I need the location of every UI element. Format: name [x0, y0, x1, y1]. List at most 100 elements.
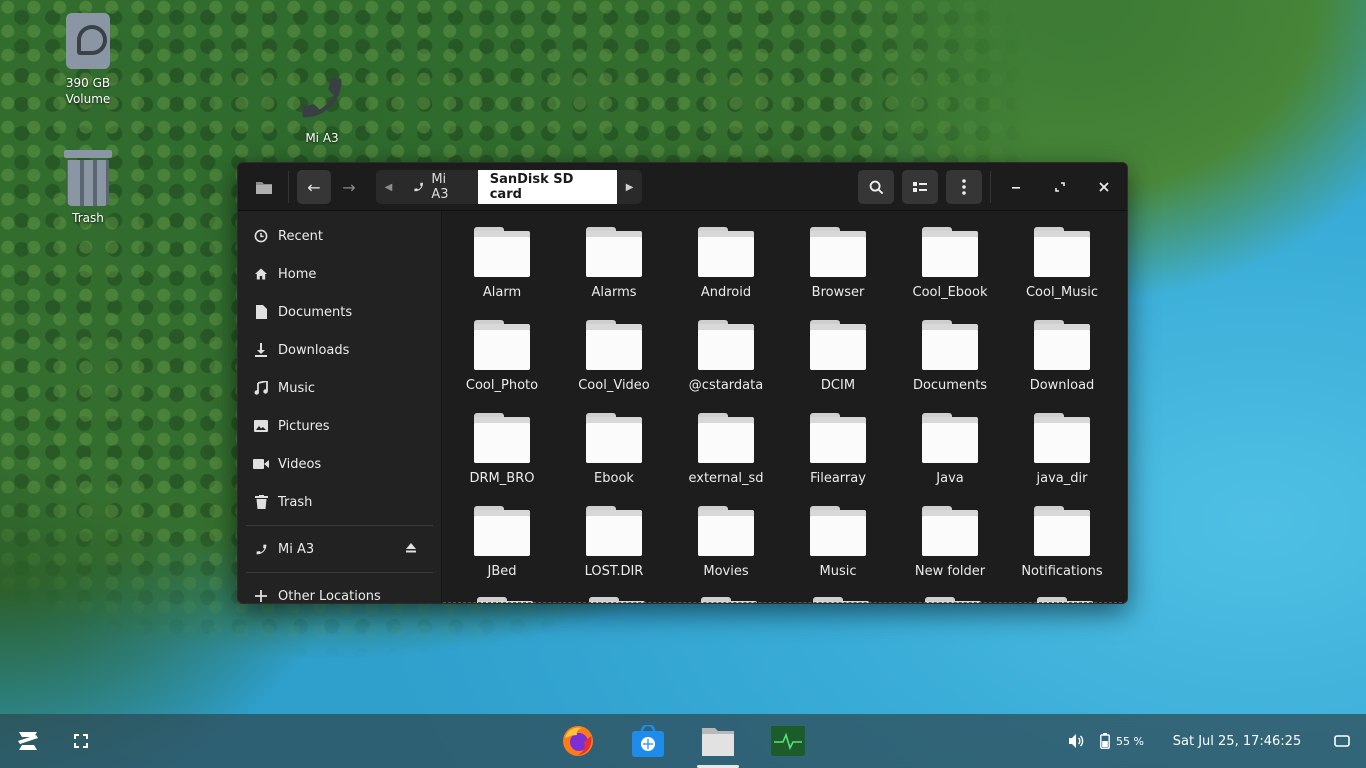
file-item[interactable]: Filearray — [782, 413, 894, 506]
file-item[interactable]: Documents — [894, 320, 1006, 413]
file-name: Ebook — [594, 471, 634, 486]
file-item[interactable]: Cool_Video — [558, 320, 670, 413]
file-item[interactable]: Alarms — [558, 227, 670, 320]
home-icon — [252, 265, 270, 283]
main-menu-button[interactable] — [946, 170, 982, 204]
folder-icon — [810, 320, 866, 370]
clock[interactable]: Sat Jul 25, 17:46:25 — [1164, 714, 1310, 768]
file-item[interactable]: Cool_Music — [1006, 227, 1118, 320]
file-item[interactable]: external_sd — [670, 413, 782, 506]
search-button[interactable] — [858, 170, 894, 204]
file-name: Cool_Ebook — [912, 285, 988, 300]
taskbar-app-system-monitor[interactable] — [766, 714, 810, 768]
sidebar-item-documents[interactable]: Documents — [238, 293, 441, 331]
file-item[interactable]: Cool_Ebook — [894, 227, 1006, 320]
file-name: DRM_BRO — [469, 471, 535, 486]
volume-button[interactable] — [1064, 714, 1088, 768]
file-item[interactable]: New folder — [894, 506, 1006, 599]
notification-panel-icon — [1334, 735, 1350, 747]
folder-icon — [922, 506, 978, 556]
file-item[interactable]: Cool_Photo — [446, 320, 558, 413]
file-item[interactable]: Android — [670, 227, 782, 320]
sidebar-item-music[interactable]: Music — [238, 369, 441, 407]
file-item[interactable]: Browser — [782, 227, 894, 320]
file-item[interactable]: Music — [782, 506, 894, 599]
battery-indicator[interactable]: 55 % — [1096, 714, 1148, 768]
sidebar-item-label: Home — [278, 266, 317, 282]
file-item[interactable]: LOST.DIR — [558, 506, 670, 599]
taskbar-app-software[interactable] — [626, 714, 670, 768]
desktop-icon-volume[interactable]: 390 GB Volume — [43, 13, 133, 107]
headerbar: ← → ◀ Mi A3 SanDisk SD card ▶ — [238, 163, 1127, 211]
folder-icon — [810, 413, 866, 463]
folder-icon — [474, 506, 530, 556]
path-segment-mi-a3[interactable]: Mi A3 — [401, 170, 478, 204]
path-scroll-left-button[interactable]: ◀ — [376, 170, 401, 204]
file-item[interactable]: Movies — [670, 506, 782, 599]
back-button[interactable]: ← — [297, 170, 331, 204]
app-menu-button[interactable] — [250, 170, 278, 204]
path-scroll-right-button[interactable]: ▶ — [617, 170, 642, 204]
trash-icon — [64, 150, 112, 206]
phone-icon — [302, 78, 342, 118]
file-item[interactable]: DCIM — [782, 320, 894, 413]
forward-icon: → — [342, 177, 356, 197]
system-monitor-icon — [771, 726, 805, 756]
sidebar-item-label: Pictures — [278, 418, 330, 434]
sidebar-item-other-locations[interactable]: Other Locations — [238, 577, 441, 603]
sidebar: Recent Home Documents Downloads Music Pi… — [238, 211, 442, 603]
sidebar-item-label: Music — [278, 380, 315, 396]
desktop-icon-trash[interactable]: Trash — [43, 150, 133, 226]
path-segment-sd-card[interactable]: SanDisk SD card — [477, 170, 618, 204]
drive-icon — [66, 13, 110, 69]
minimize-button[interactable] — [1000, 170, 1032, 204]
file-name: Android — [700, 285, 752, 300]
workspace-button[interactable] — [66, 714, 96, 768]
maximize-button[interactable] — [1044, 170, 1076, 204]
close-button[interactable] — [1088, 170, 1120, 204]
file-item[interactable]: java_dir — [1006, 413, 1118, 506]
clock-text: Sat Jul 25, 17:46:25 — [1172, 733, 1302, 749]
desktop-icon-mi-a3[interactable]: Mi A3 — [277, 72, 367, 146]
file-item[interactable]: DRM_BRO — [446, 413, 558, 506]
file-name: Download — [1029, 378, 1095, 393]
notifications-button[interactable] — [1330, 714, 1354, 768]
forward-button[interactable]: → — [332, 170, 366, 204]
sidebar-divider — [246, 525, 433, 526]
file-name: Cool_Video — [578, 378, 650, 393]
file-item[interactable]: Alarm — [446, 227, 558, 320]
sidebar-item-mi-a3[interactable]: Mi A3 — [238, 530, 441, 568]
folder-app-icon — [256, 182, 272, 194]
sidebar-item-trash[interactable]: Trash — [238, 483, 441, 521]
sidebar-item-videos[interactable]: Videos — [238, 445, 441, 483]
file-item[interactable]: Notifications — [1006, 506, 1118, 599]
file-item[interactable]: Java — [894, 413, 1006, 506]
file-grid: Alarm Alarms Android Browser Cool_Ebook Cool_… — [446, 227, 1118, 599]
search-icon — [869, 180, 883, 194]
taskbar-app-firefox[interactable] — [556, 714, 600, 768]
file-item[interactable]: Ebook — [558, 413, 670, 506]
sidebar-item-recent[interactable]: Recent — [238, 217, 441, 255]
minimize-icon — [1012, 187, 1020, 189]
zorin-menu-button[interactable] — [10, 714, 46, 768]
folder-icon — [474, 413, 530, 463]
file-item[interactable]: JBed — [446, 506, 558, 599]
folder-icon — [922, 413, 978, 463]
folder-icon — [1034, 227, 1090, 277]
sidebar-item-home[interactable]: Home — [238, 255, 441, 293]
folder-icon — [810, 227, 866, 277]
folder-icon — [1034, 320, 1090, 370]
taskbar-app-files[interactable] — [691, 714, 745, 768]
folder-icon — [698, 227, 754, 277]
sidebar-item-label: Downloads — [278, 342, 350, 358]
view-mode-button[interactable] — [902, 170, 938, 204]
file-name: Cool_Music — [1025, 285, 1099, 300]
file-name: Alarms — [591, 285, 637, 300]
desktop-icon-label: Mi A3 — [305, 131, 339, 145]
sidebar-item-downloads[interactable]: Downloads — [238, 331, 441, 369]
file-item[interactable]: @cstardata — [670, 320, 782, 413]
sidebar-item-pictures[interactable]: Pictures — [238, 407, 441, 445]
menu-icon — [962, 179, 966, 195]
eject-button[interactable] — [405, 542, 417, 556]
file-item[interactable]: Download — [1006, 320, 1118, 413]
